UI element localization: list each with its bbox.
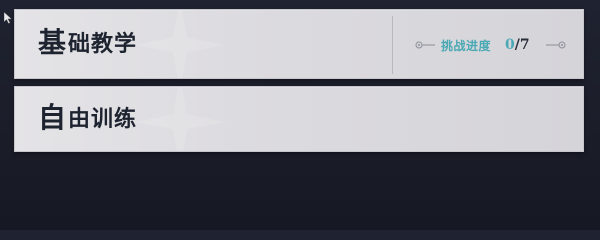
star-watermark-icon [135, 87, 225, 151]
free-training-title: 自 由训练 [37, 103, 137, 133]
challenge-progress: 挑战进度 0/7 [415, 34, 566, 56]
progress-label: 挑战进度 [441, 38, 492, 53]
basic-tutorial-title: 基 础教学 [37, 28, 137, 58]
mouse-pointer-icon [4, 12, 12, 24]
progress-count: 0/7 [505, 37, 530, 53]
title-initial: 自 [38, 101, 68, 134]
title-text: 由训练 [68, 106, 138, 132]
basic-tutorial-card[interactable]: 基 础教学 挑战进度 0/7 [14, 9, 584, 79]
progress-current: 0 [505, 37, 515, 53]
line-ornament-left-icon [415, 41, 435, 49]
line-ornament-right-icon [545, 41, 566, 49]
progress-total: 7 [519, 37, 530, 53]
star-watermark-icon [135, 10, 225, 78]
title-text: 础教学 [68, 31, 138, 57]
title-initial: 基 [38, 26, 68, 59]
divider [392, 16, 393, 74]
free-training-card[interactable]: 自 由训练 [14, 86, 584, 152]
